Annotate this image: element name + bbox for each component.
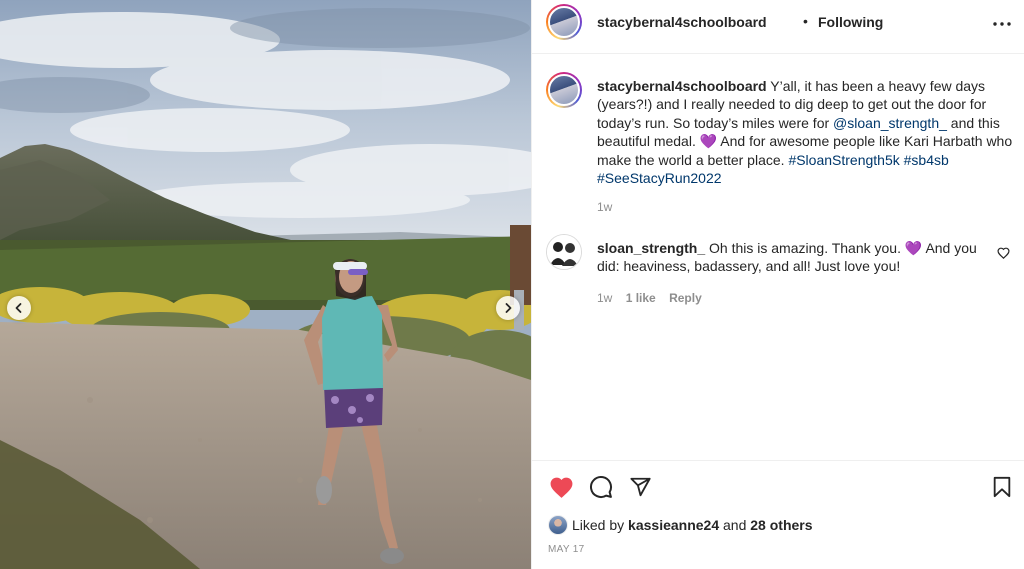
liked-by-and: and: [723, 517, 747, 533]
author-avatar[interactable]: [546, 4, 582, 40]
comment-button[interactable]: [588, 474, 614, 500]
caption-timestamp[interactable]: 1w: [597, 200, 612, 214]
more-options-button[interactable]: [992, 14, 1012, 34]
post-photo: [0, 0, 531, 569]
chevron-left-icon: [15, 303, 22, 313]
comment-text-part1: Oh this is amazing. Thank you.: [709, 240, 901, 256]
post-actions: Liked by kassieanne24 and 28 others MAY …: [532, 460, 1024, 569]
comment-timestamp[interactable]: 1w: [597, 291, 612, 305]
commenter-username[interactable]: sloan_strength_: [597, 240, 705, 256]
heart-outline-icon: [997, 247, 1010, 259]
paper-plane-icon: [629, 477, 651, 497]
liker-avatar[interactable]: [548, 515, 568, 535]
reply-button[interactable]: Reply: [669, 291, 702, 305]
comment-likes-count[interactable]: 1 like: [626, 291, 656, 305]
heart-filled-icon: [550, 477, 572, 498]
chevron-right-icon: [505, 303, 512, 313]
more-horizontal-icon: [993, 22, 1011, 26]
caption-username[interactable]: stacybernal4schoolboard: [597, 78, 767, 94]
comment-meta: 1w 1 like Reply: [597, 291, 712, 305]
commenter-avatar[interactable]: [546, 234, 582, 270]
prev-photo-button[interactable]: [7, 296, 31, 320]
hashtag-link[interactable]: #SloanStrength5k: [788, 152, 899, 168]
liker-username[interactable]: kassieanne24: [628, 517, 719, 533]
purple-heart-emoji: 💜: [699, 133, 718, 150]
post-date[interactable]: MAY 17: [548, 544, 584, 555]
post-details-panel: stacybernal4schoolboard • Following stac…: [531, 0, 1024, 569]
liked-by-prefix: Liked by: [572, 517, 625, 533]
comment-bubble-icon: [590, 476, 612, 498]
liked-by: Liked by kassieanne24 and 28 others: [548, 514, 813, 536]
header-separator: •: [803, 13, 808, 29]
caption-avatar[interactable]: [546, 72, 582, 108]
save-button[interactable]: [989, 474, 1015, 500]
author-username[interactable]: stacybernal4schoolboard: [597, 14, 767, 30]
post-header: stacybernal4schoolboard • Following: [532, 0, 1024, 54]
purple-heart-emoji: 💜: [904, 240, 923, 256]
next-photo-button[interactable]: [496, 296, 520, 320]
hashtag-link[interactable]: #SeeStacyRun2022: [597, 170, 722, 186]
like-button[interactable]: [548, 474, 574, 500]
caption-text: stacybernal4schoolboard Y’all, it has be…: [597, 77, 1017, 187]
post-modal: stacybernal4schoolboard • Following stac…: [0, 0, 1024, 569]
bookmark-icon: [993, 476, 1011, 498]
following-button[interactable]: Following: [818, 14, 883, 30]
others-count[interactable]: 28 others: [750, 517, 812, 533]
commenter-avatar-image: [547, 235, 581, 269]
caption-mention[interactable]: @sloan_strength_: [833, 115, 947, 131]
share-button[interactable]: [627, 474, 653, 500]
runner-photo: [0, 0, 531, 569]
comment-text: sloan_strength_ Oh this is amazing. Than…: [597, 239, 995, 276]
comment-like-button[interactable]: [997, 246, 1011, 260]
hashtag-link[interactable]: #sb4sb: [904, 152, 949, 168]
